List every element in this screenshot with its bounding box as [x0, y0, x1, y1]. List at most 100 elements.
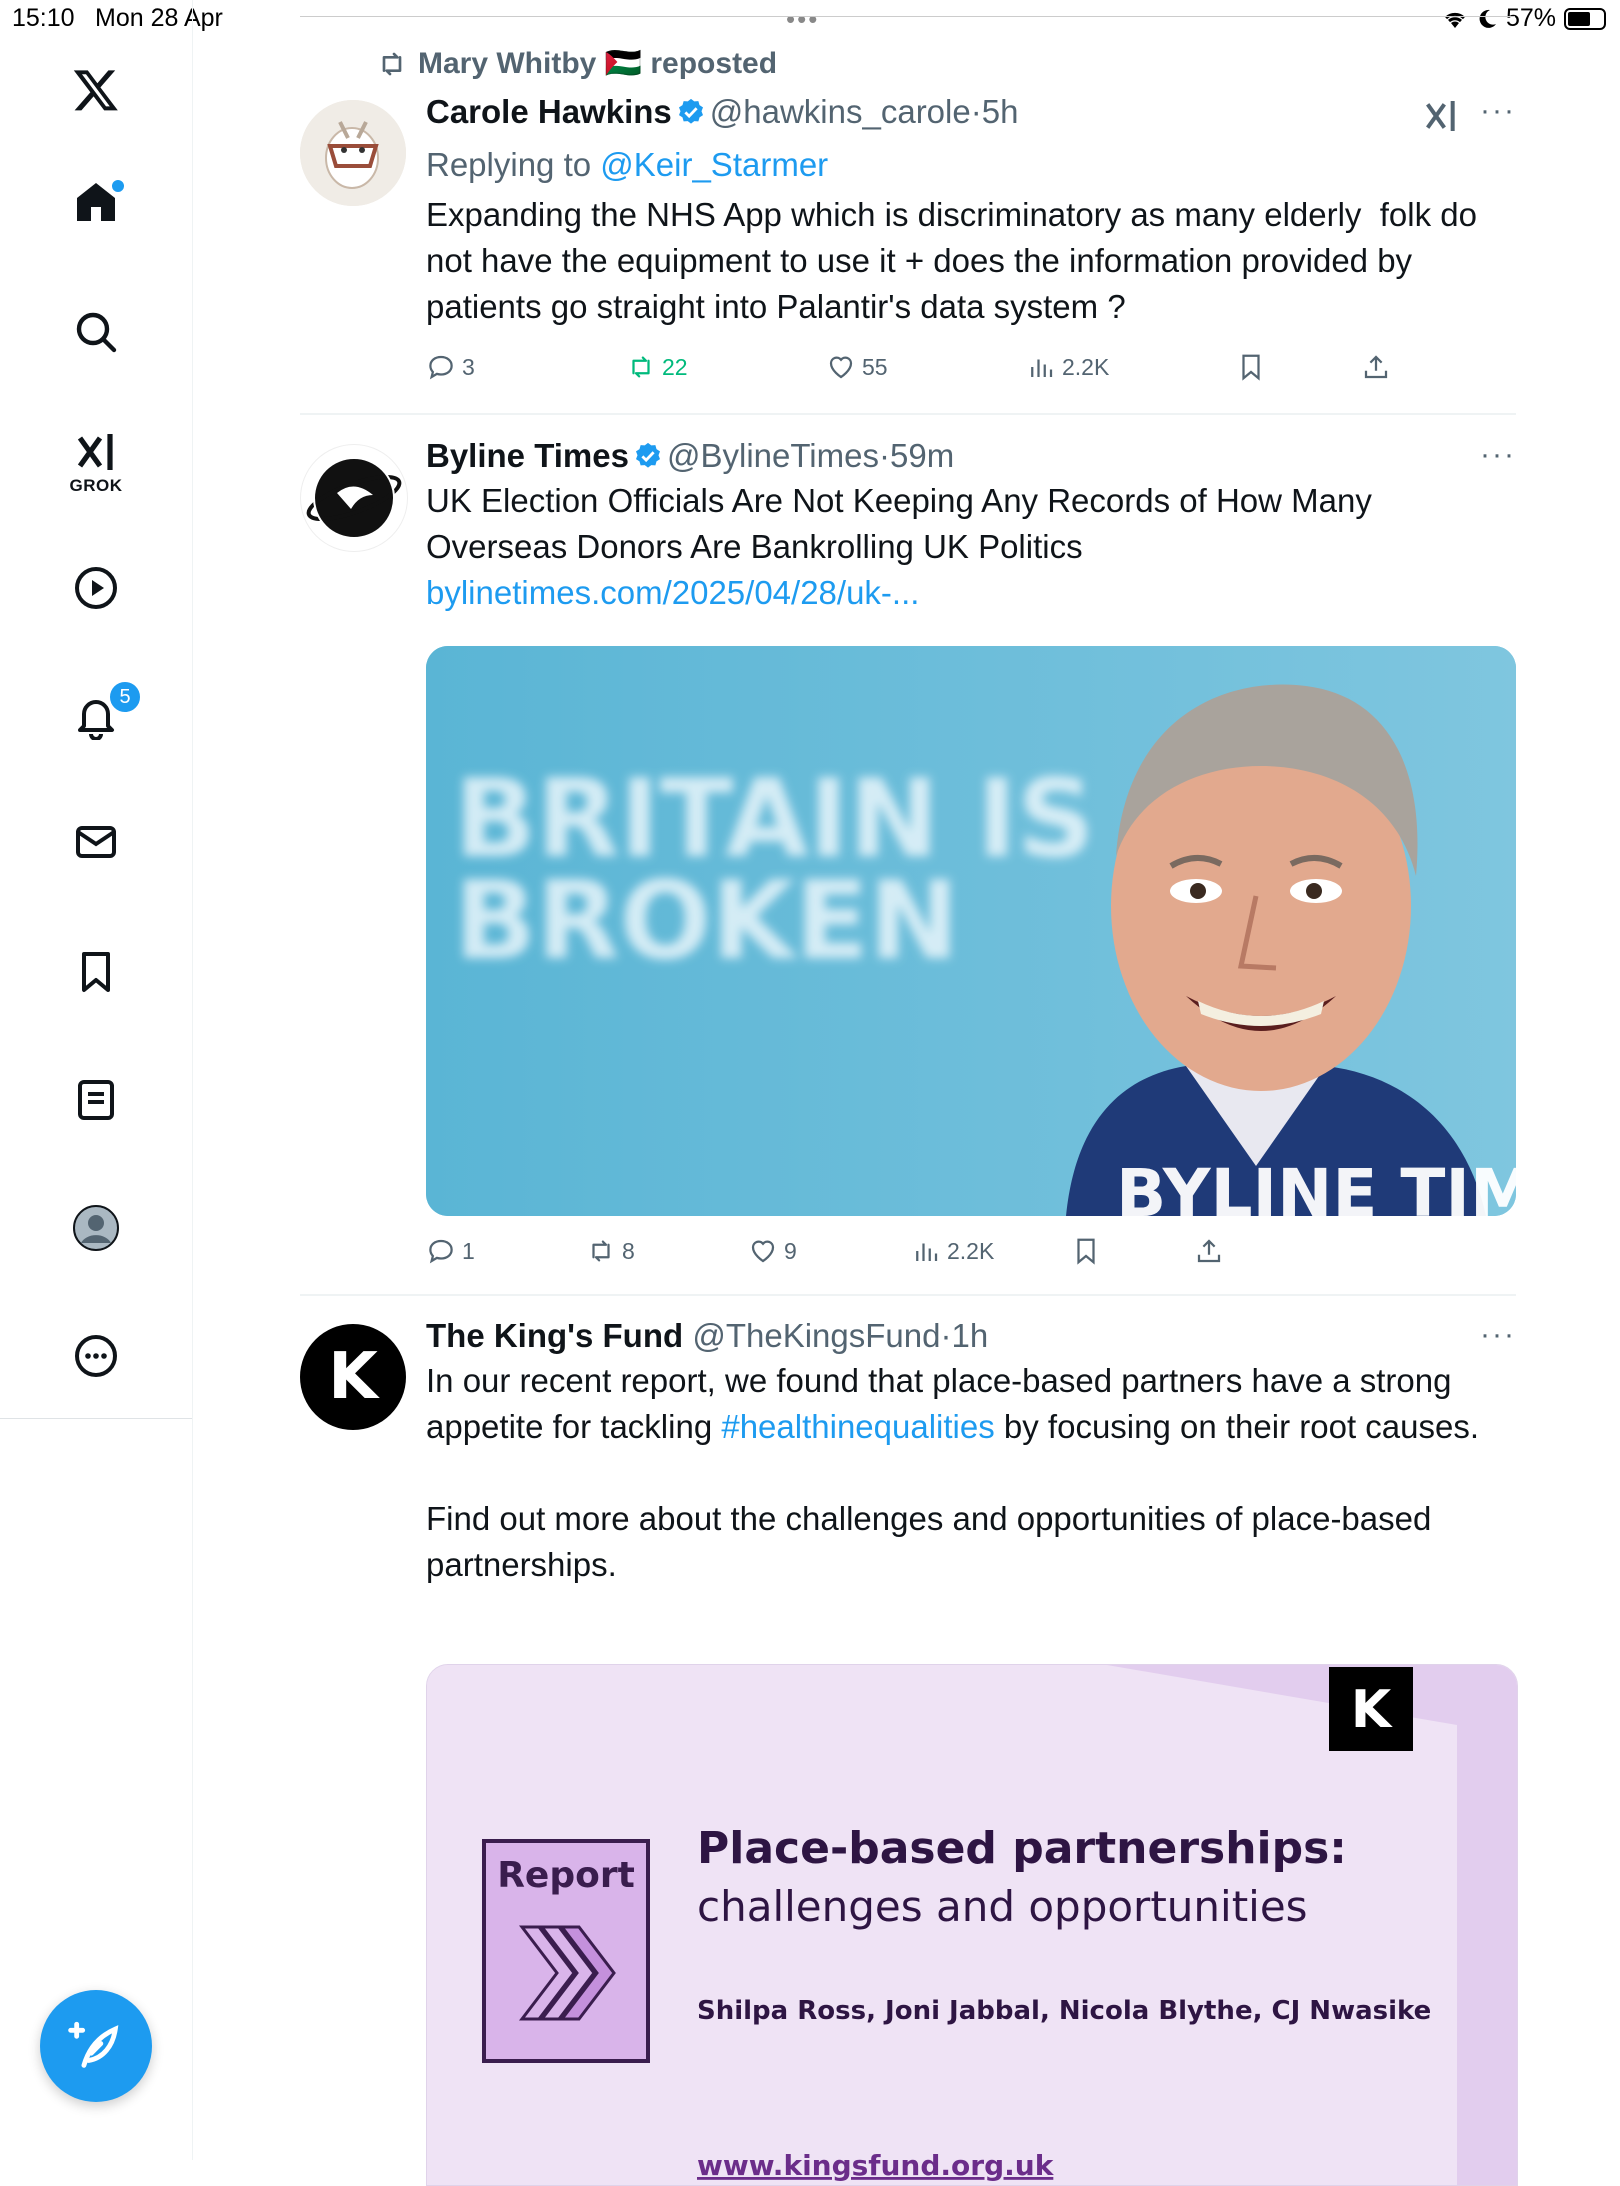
- heart-icon: [829, 356, 853, 379]
- like-button[interactable]: 55: [826, 352, 888, 382]
- post-more-options-icon[interactable]: ···: [1480, 94, 1516, 128]
- bookmark-icon: [1077, 1238, 1095, 1265]
- status-indicators: 57%: [1442, 4, 1606, 33]
- post-actions: 3 22 55 2.2K: [426, 352, 1516, 392]
- post-header: The King's Fund @TheKingsFund·1h: [426, 1316, 1516, 1356]
- author-name[interactable]: Byline Times: [426, 437, 629, 474]
- avatar-letter: K: [328, 1340, 378, 1414]
- post-text: Expanding the NHS App which is discrimin…: [426, 196, 1487, 325]
- repost-icon: [632, 356, 650, 378]
- repost-button[interactable]: 22: [626, 352, 688, 382]
- bookmark-button[interactable]: [1071, 1236, 1101, 1266]
- view-count: 2.2K: [1062, 353, 1110, 380]
- replying-to-link[interactable]: @Keir_Starmer: [600, 146, 828, 183]
- profile-avatar-icon[interactable]: [56, 1188, 136, 1268]
- grok-post-icon[interactable]: [1421, 96, 1461, 136]
- repost-count: 22: [662, 353, 688, 380]
- share-button[interactable]: [1194, 1236, 1224, 1266]
- sidebar-divider: [0, 1418, 192, 1419]
- sidebar: GROK 5: [0, 0, 193, 2160]
- battery-percent: 57%: [1505, 4, 1556, 32]
- bookmark-button[interactable]: [1236, 352, 1266, 382]
- post-time[interactable]: 59m: [890, 437, 954, 474]
- author-avatar[interactable]: [300, 444, 408, 552]
- report-title: Place-based partnerships:: [697, 1823, 1347, 1874]
- wifi-icon: [1444, 12, 1465, 28]
- repost-icon: [592, 1240, 610, 1262]
- view-count: 2.2K: [947, 1237, 995, 1264]
- report-authors: Shilpa Ross, Joni Jabbal, Nicola Blythe,…: [697, 1996, 1431, 2026]
- home-icon[interactable]: [56, 162, 136, 242]
- repost-by-text: Mary Whitby 🇵🇸 reposted: [418, 47, 778, 80]
- x-logo-icon[interactable]: [56, 50, 136, 130]
- search-icon[interactable]: [56, 292, 136, 372]
- report-subtitle: challenges and opportunities: [697, 1882, 1308, 1931]
- article-photo: BRITAIN IS BROKEN BYLINE TIMES: [426, 646, 1516, 1216]
- author-name[interactable]: Carole Hawkins: [426, 93, 672, 130]
- heart-icon: [751, 1240, 775, 1263]
- like-button[interactable]: 9: [748, 1236, 797, 1266]
- share-button[interactable]: [1361, 352, 1391, 382]
- author-handle[interactable]: @hawkins_carole: [710, 93, 971, 130]
- author-name[interactable]: The King's Fund: [426, 1317, 683, 1354]
- post-text: In our recent report, we found that plac…: [426, 1358, 1516, 1450]
- report-cover: K Report Place-based partnerships: chall…: [427, 1665, 1517, 2185]
- notifications-bell-icon[interactable]: 5: [56, 676, 142, 756]
- post-text-b: by focusing on their root causes.: [994, 1408, 1480, 1445]
- more-options-icon[interactable]: [56, 1316, 136, 1396]
- views-chart-icon: [1031, 359, 1053, 377]
- repost-indicator: Mary Whitby 🇵🇸 reposted: [376, 46, 777, 81]
- author-handle[interactable]: @TheKingsFund: [692, 1317, 940, 1354]
- views-chart-icon: [916, 1243, 938, 1261]
- multitasking-dots[interactable]: •••: [786, 4, 819, 35]
- messages-envelope-icon[interactable]: [56, 802, 136, 882]
- replying-to-line: Replying to @Keir_Starmer: [426, 142, 1516, 188]
- image-watermark: BYLINE TIMES: [1116, 1155, 1516, 1216]
- views-button[interactable]: 2.2K: [1026, 352, 1109, 382]
- post-more-options-icon[interactable]: ···: [1480, 438, 1516, 472]
- share-icon: [1364, 355, 1388, 379]
- post-header: Byline Times @BylineTimes·59m: [426, 436, 1516, 476]
- image-sign-text-2: BROKEN: [454, 859, 959, 984]
- reply-button[interactable]: 1: [426, 1236, 475, 1266]
- post-carole-hawkins[interactable]: Mary Whitby 🇵🇸 reposted Carole Hawkins @h…: [300, 40, 1516, 420]
- reply-count: 1: [462, 1237, 475, 1264]
- reply-icon: [429, 1239, 453, 1264]
- post-time[interactable]: 1h: [951, 1317, 988, 1354]
- reply-icon: [429, 355, 453, 380]
- post-image-byline[interactable]: BRITAIN IS BROKEN BYLINE TIMES: [426, 646, 1516, 1216]
- post-divider: [300, 413, 1516, 415]
- notifications-badge: 5: [108, 680, 142, 714]
- hashtag-link[interactable]: #healthinequalities: [721, 1408, 994, 1445]
- reply-count: 3: [462, 353, 475, 380]
- report-label: Report: [497, 1855, 635, 1896]
- bookmark-icon[interactable]: [56, 932, 136, 1012]
- compose-post-button[interactable]: [40, 1990, 152, 2102]
- reply-button[interactable]: 3: [426, 352, 475, 382]
- moon-icon: [1479, 9, 1496, 28]
- author-avatar[interactable]: K: [300, 1324, 406, 1430]
- like-count: 55: [862, 353, 888, 380]
- article-link[interactable]: bylinetimes.com/2025/04/28/uk-...: [426, 574, 919, 611]
- author-handle[interactable]: @BylineTimes: [667, 437, 879, 474]
- grok-label: GROK: [69, 476, 123, 495]
- post-time[interactable]: 5h: [982, 93, 1019, 130]
- repost-button[interactable]: 8: [586, 1236, 635, 1266]
- post-actions: 1 8 9 2.2K: [426, 1236, 1516, 1276]
- top-divider: [300, 16, 1515, 17]
- author-avatar[interactable]: [300, 100, 406, 206]
- verified-badge-icon: [678, 98, 703, 124]
- views-button[interactable]: 2.2K: [911, 1236, 994, 1266]
- like-count: 9: [784, 1237, 797, 1264]
- post-image-report-card[interactable]: K Report Place-based partnerships: chall…: [426, 1664, 1518, 2186]
- share-icon: [1197, 1239, 1221, 1263]
- battery-icon: [1564, 7, 1606, 30]
- verified-badge-icon: [635, 442, 660, 468]
- lists-icon[interactable]: [56, 1060, 136, 1140]
- post-more-options-icon[interactable]: ···: [1480, 1318, 1516, 1352]
- video-play-icon[interactable]: [56, 548, 136, 628]
- post-text-body: UK Election Officials Are Not Keeping An…: [426, 482, 1382, 565]
- post-text: UK Election Officials Are Not Keeping An…: [426, 478, 1516, 616]
- post-divider: [300, 1294, 1516, 1296]
- separator-dot: ·: [940, 1317, 952, 1354]
